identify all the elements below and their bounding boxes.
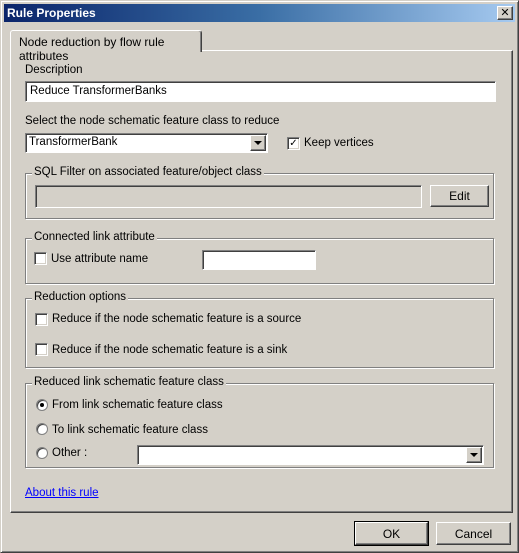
sql-filter-input[interactable] (35, 185, 422, 208)
source-checkbox[interactable] (35, 313, 48, 326)
keep-vertices-checkbox[interactable]: ✓ (287, 137, 300, 150)
from-link-label: From link schematic feature class (52, 399, 223, 411)
feature-class-value: TransformerBank (29, 136, 118, 148)
sink-checkbox[interactable] (35, 343, 48, 356)
edit-button-label: Edit (449, 189, 470, 203)
to-link-label: To link schematic feature class (52, 424, 208, 436)
feature-class-dropdown-button[interactable] (250, 135, 266, 151)
reduction-options-group: Reduction options (25, 291, 494, 368)
reduction-options-group-title: Reduction options (32, 291, 129, 303)
reduced-link-group-title: Reduced link schematic feature class (32, 376, 226, 388)
radio-to-link[interactable] (36, 423, 48, 435)
sink-label: Reduce if the node schematic feature is … (52, 344, 288, 356)
connected-link-group-title: Connected link attribute (32, 231, 157, 243)
feature-class-select[interactable]: TransformerBank (25, 133, 268, 153)
title-bar: Rule Properties ✕ (4, 4, 515, 22)
about-rule-link[interactable]: About this rule (25, 487, 99, 499)
keep-vertices-label: Keep vertices (304, 137, 374, 149)
description-input[interactable]: Reduce TransformerBanks (25, 81, 496, 102)
use-attribute-checkbox[interactable] (34, 252, 47, 265)
use-attribute-label: Use attribute name (51, 253, 149, 265)
close-icon: ✕ (500, 6, 510, 19)
source-label: Reduce if the node schematic feature is … (52, 313, 302, 325)
attribute-name-input[interactable] (202, 250, 316, 270)
description-label: Description (25, 64, 83, 76)
chevron-down-icon (470, 453, 478, 457)
tab-node-reduction[interactable]: Node reduction by flow rule attributes (10, 30, 202, 63)
checkmark-icon: ✓ (289, 137, 298, 149)
radio-other[interactable] (36, 447, 48, 459)
chevron-down-icon (254, 141, 262, 145)
close-button[interactable]: ✕ (497, 6, 513, 20)
window-title: Rule Properties (7, 6, 96, 20)
other-class-dropdown-button[interactable] (466, 447, 482, 463)
feature-class-label: Select the node schematic feature class … (25, 115, 280, 127)
sql-filter-group-title: SQL Filter on associated feature/object … (32, 166, 264, 178)
tab-label: Node reduction by flow rule attributes (19, 35, 165, 63)
edit-button[interactable]: Edit (430, 185, 489, 207)
cancel-button-label: Cancel (454, 526, 493, 541)
ok-button-label: OK (382, 526, 401, 541)
other-class-select[interactable] (137, 445, 484, 465)
rule-properties-dialog: Rule Properties ✕ Node reduction by flow… (0, 0, 519, 553)
radio-selected-dot (40, 403, 44, 407)
other-label: Other : (52, 447, 88, 459)
radio-from-link[interactable] (36, 399, 48, 411)
cancel-button[interactable]: Cancel (436, 522, 511, 545)
ok-button[interactable]: OK (354, 521, 429, 546)
